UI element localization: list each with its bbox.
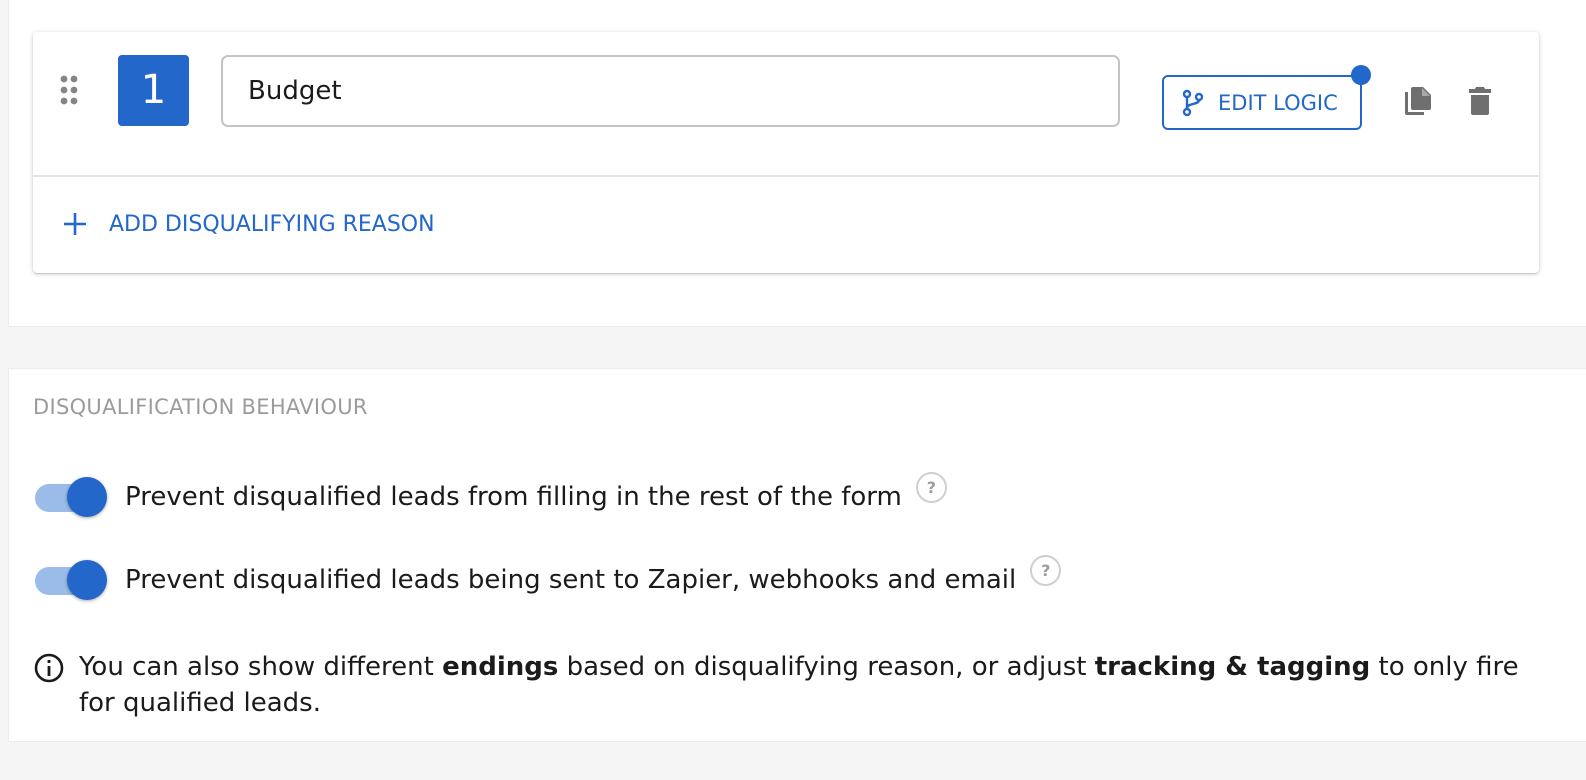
endings-link: endings xyxy=(442,652,559,682)
info-text: You can also show different endings base… xyxy=(79,649,1543,721)
card-divider xyxy=(33,175,1539,177)
reason-input[interactable] xyxy=(221,55,1120,127)
help-icon[interactable]: ? xyxy=(1030,554,1062,586)
drag-handle-icon[interactable] xyxy=(60,75,80,105)
prevent-sending-toggle[interactable] xyxy=(33,558,109,602)
trash-icon[interactable] xyxy=(1463,84,1497,118)
toggle-thumb xyxy=(67,477,107,517)
copy-icon[interactable] xyxy=(1401,84,1435,118)
toggle-row-prevent-sending: Prevent disqualified leads being sent to… xyxy=(33,554,1062,602)
add-disqualifying-reason-button[interactable]: ADD DISQUALIFYING REASON xyxy=(61,204,435,244)
toggle-row-prevent-filling: Prevent disqualified leads from filling … xyxy=(33,471,947,519)
reason-number-badge: 1 xyxy=(118,55,189,126)
toggle-label: Prevent disqualified leads from filling … xyxy=(125,482,902,512)
info-circle-icon xyxy=(33,652,65,684)
section-title: DISQUALIFICATION BEHAVIOUR xyxy=(33,395,368,419)
edit-logic-label: EDIT LOGIC xyxy=(1218,90,1338,115)
help-icon[interactable]: ? xyxy=(915,471,947,503)
plus-icon xyxy=(61,210,89,238)
tracking-tagging-link: tracking & tagging xyxy=(1094,652,1371,682)
info-text-part: You can also show different xyxy=(79,652,443,682)
logic-indicator-dot xyxy=(1351,65,1371,85)
disqualification-behaviour-panel: DISQUALIFICATION BEHAVIOUR Prevent disqu… xyxy=(8,368,1586,742)
branch-icon xyxy=(1182,89,1204,117)
reasons-panel: 1 EDIT LOGIC xyxy=(8,0,1586,327)
add-reason-label: ADD DISQUALIFYING REASON xyxy=(109,211,435,237)
toggle-thumb xyxy=(67,560,107,600)
info-note: You can also show different endings base… xyxy=(33,649,1543,721)
prevent-filling-toggle[interactable] xyxy=(33,475,109,519)
info-text-part: based on disqualifying reason, or adjust xyxy=(558,652,1095,682)
disqualifying-reason-card: 1 EDIT LOGIC xyxy=(33,32,1539,273)
toggle-label: Prevent disqualified leads being sent to… xyxy=(125,565,1017,595)
edit-logic-button[interactable]: EDIT LOGIC xyxy=(1162,75,1362,130)
